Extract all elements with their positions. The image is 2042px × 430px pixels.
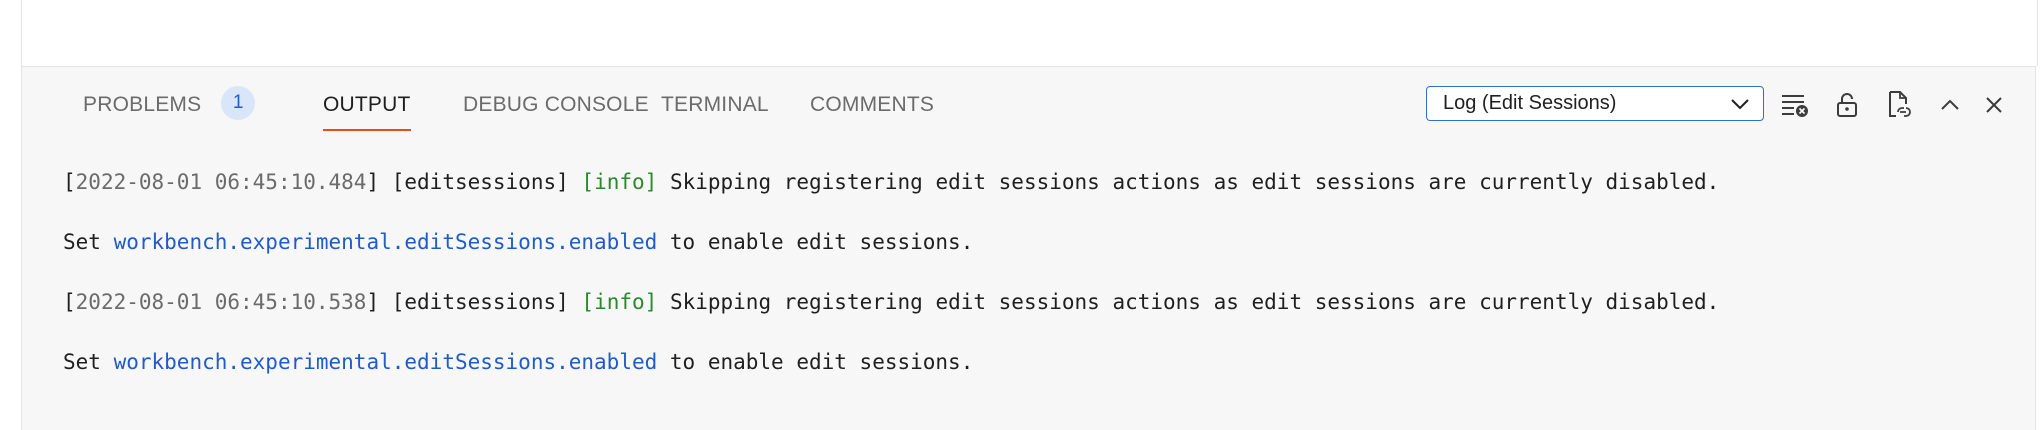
tab-output-label: OUTPUT (323, 93, 411, 116)
log-line-continuation: Set workbench.experimental.editSessions.… (63, 212, 2015, 272)
log-source: [editsessions] (391, 290, 569, 314)
log-message: Skipping registering edit sessions actio… (669, 290, 1720, 314)
log-timestamp: 2022-08-01 06:45:10.484 (75, 170, 367, 194)
tab-terminal-label: TERMINAL (661, 93, 769, 116)
tab-problems-label: PROBLEMS (83, 93, 202, 116)
tab-comments[interactable]: COMMENTS (810, 67, 934, 131)
tab-comments-label: COMMENTS (810, 93, 935, 116)
editor-area (21, 0, 2038, 66)
setting-link[interactable]: workbench.experimental.editSessions.enab… (114, 350, 658, 374)
tab-problems[interactable]: PROBLEMS 1 (83, 67, 256, 131)
log-cont-suffix: to enable edit sessions. (669, 230, 974, 254)
log-message: Skipping registering edit sessions actio… (669, 170, 1720, 194)
log-source: [editsessions] (391, 170, 569, 194)
maximize-panel-icon[interactable] (1934, 89, 1966, 121)
log-cont-suffix: to enable edit sessions. (669, 350, 974, 374)
output-channel-select[interactable]: Log (Edit Sessions) (1426, 86, 1764, 121)
clear-output-icon[interactable] (1779, 89, 1811, 121)
log-level: [info] (581, 170, 658, 194)
tab-debug-console-label: DEBUG CONSOLE (463, 93, 649, 116)
output-log: [2022-08-01 06:45:10.484] [editsessions]… (63, 152, 2015, 392)
log-line-continuation: Set workbench.experimental.editSessions.… (63, 332, 2015, 392)
log-level: [info] (581, 290, 658, 314)
log-cont-prefix: Set (63, 350, 101, 374)
tab-output[interactable]: OUTPUT (323, 67, 411, 131)
open-log-file-icon[interactable] (1882, 89, 1914, 121)
problems-count-badge: 1 (221, 86, 256, 121)
log-line: [2022-08-01 06:45:10.484] [editsessions]… (63, 170, 1720, 194)
close-panel-icon[interactable] (1978, 89, 2010, 121)
log-line: [2022-08-01 06:45:10.538] [editsessions]… (63, 290, 1720, 314)
log-timestamp: 2022-08-01 06:45:10.538 (75, 290, 367, 314)
chevron-down-icon (1729, 94, 1751, 119)
log-cont-prefix: Set (63, 230, 101, 254)
tab-debug-console[interactable]: DEBUG CONSOLE (463, 67, 649, 131)
setting-link[interactable]: workbench.experimental.editSessions.enab… (114, 230, 658, 254)
lock-scroll-icon[interactable] (1831, 89, 1863, 121)
output-channel-value: Log (Edit Sessions) (1443, 92, 1617, 114)
bottom-panel: PROBLEMS 1 OUTPUT DEBUG CONSOLE TERMINAL … (21, 66, 2036, 430)
tab-terminal[interactable]: TERMINAL (661, 67, 769, 131)
